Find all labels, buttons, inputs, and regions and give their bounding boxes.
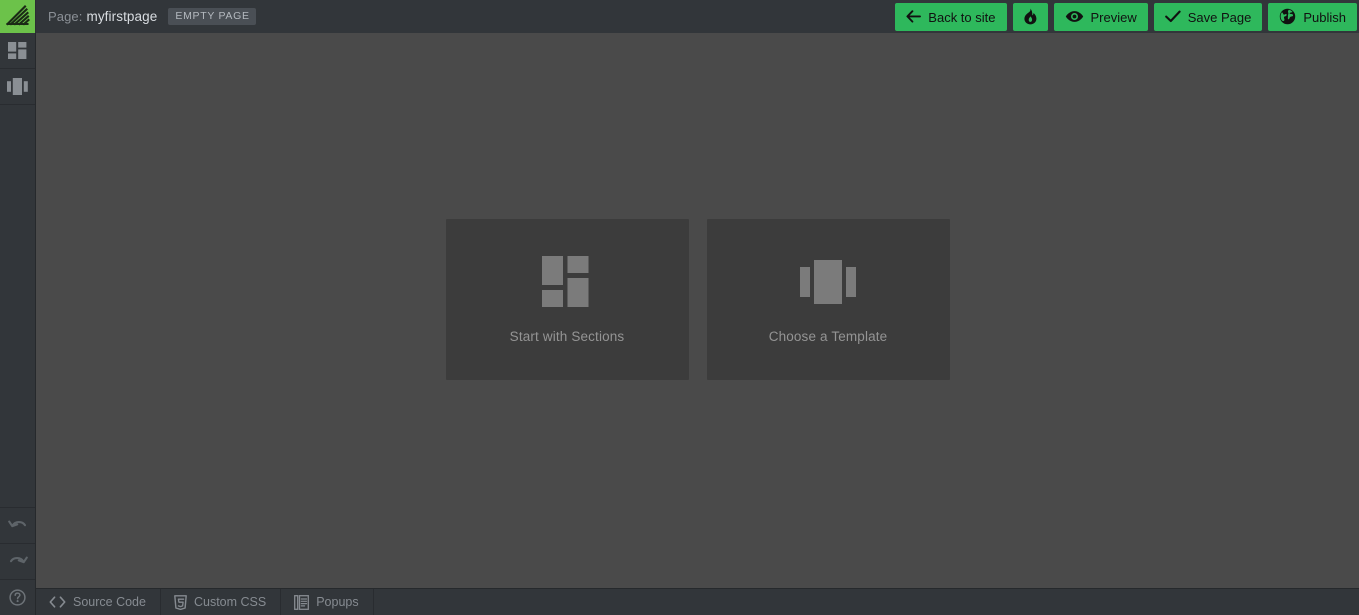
custom-css-button[interactable]: Custom CSS [161, 589, 281, 615]
app-logo[interactable] [0, 0, 36, 33]
popups-button[interactable]: Popups [281, 589, 373, 615]
top-toolbar: Page: myfirstpage EMPTY PAGE Back to sit… [0, 0, 1359, 33]
css-badge-icon [174, 595, 187, 610]
undo-arrow-icon [8, 518, 28, 534]
check-icon [1165, 10, 1181, 23]
help-button[interactable] [0, 579, 35, 615]
arrow-left-icon [906, 10, 921, 23]
template-carousel-icon [7, 78, 28, 95]
popup-window-icon [294, 595, 309, 610]
save-page-label: Save Page [1188, 11, 1252, 24]
redo-button[interactable] [0, 543, 35, 579]
sections-grid-icon [542, 256, 592, 308]
editor-canvas: Start with Sections Choose a Template [36, 33, 1359, 588]
page-name: myfirstpage [86, 9, 157, 24]
preview-button[interactable]: Preview [1054, 3, 1148, 31]
choose-a-template-label: Choose a Template [769, 329, 888, 344]
publish-button[interactable]: Publish [1268, 3, 1357, 31]
popups-label: Popups [316, 596, 358, 609]
undo-button[interactable] [0, 507, 35, 543]
code-brackets-icon [49, 596, 66, 608]
start-with-sections-label: Start with Sections [510, 329, 625, 344]
preview-label: Preview [1091, 11, 1137, 24]
bottombar-filler [374, 589, 1359, 615]
choose-a-template-card[interactable]: Choose a Template [707, 219, 950, 380]
flame-icon [1023, 8, 1038, 25]
save-page-button[interactable]: Save Page [1154, 3, 1263, 31]
back-to-site-label: Back to site [928, 11, 995, 24]
globe-icon [1279, 8, 1296, 25]
status-badge: EMPTY PAGE [168, 8, 255, 25]
bottom-toolbar: Source Code Custom CSS Popups [36, 588, 1359, 615]
left-sidebar [0, 33, 36, 615]
question-mark-circle-icon [9, 589, 26, 606]
page-label-prefix: Page: [48, 9, 82, 24]
eye-icon [1065, 10, 1084, 23]
topbar-actions: Back to site Preview [895, 0, 1359, 33]
back-to-site-button[interactable]: Back to site [895, 3, 1006, 31]
stacked-layers-logo-icon [5, 5, 31, 29]
sidebar-item-sections[interactable] [0, 33, 35, 69]
page-title-group: Page: myfirstpage EMPTY PAGE [48, 8, 256, 25]
flame-button[interactable] [1013, 3, 1048, 31]
custom-css-label: Custom CSS [194, 596, 266, 609]
redo-arrow-icon [8, 554, 28, 570]
template-carousel-icon [800, 256, 856, 308]
source-code-button[interactable]: Source Code [36, 589, 161, 615]
source-code-label: Source Code [73, 596, 146, 609]
publish-label: Publish [1303, 11, 1346, 24]
sidebar-spacer [0, 105, 35, 507]
empty-page-choices: Start with Sections Choose a Template [446, 219, 950, 380]
start-with-sections-card[interactable]: Start with Sections [446, 219, 689, 380]
sidebar-item-templates[interactable] [0, 69, 35, 105]
sections-grid-icon [8, 42, 27, 59]
